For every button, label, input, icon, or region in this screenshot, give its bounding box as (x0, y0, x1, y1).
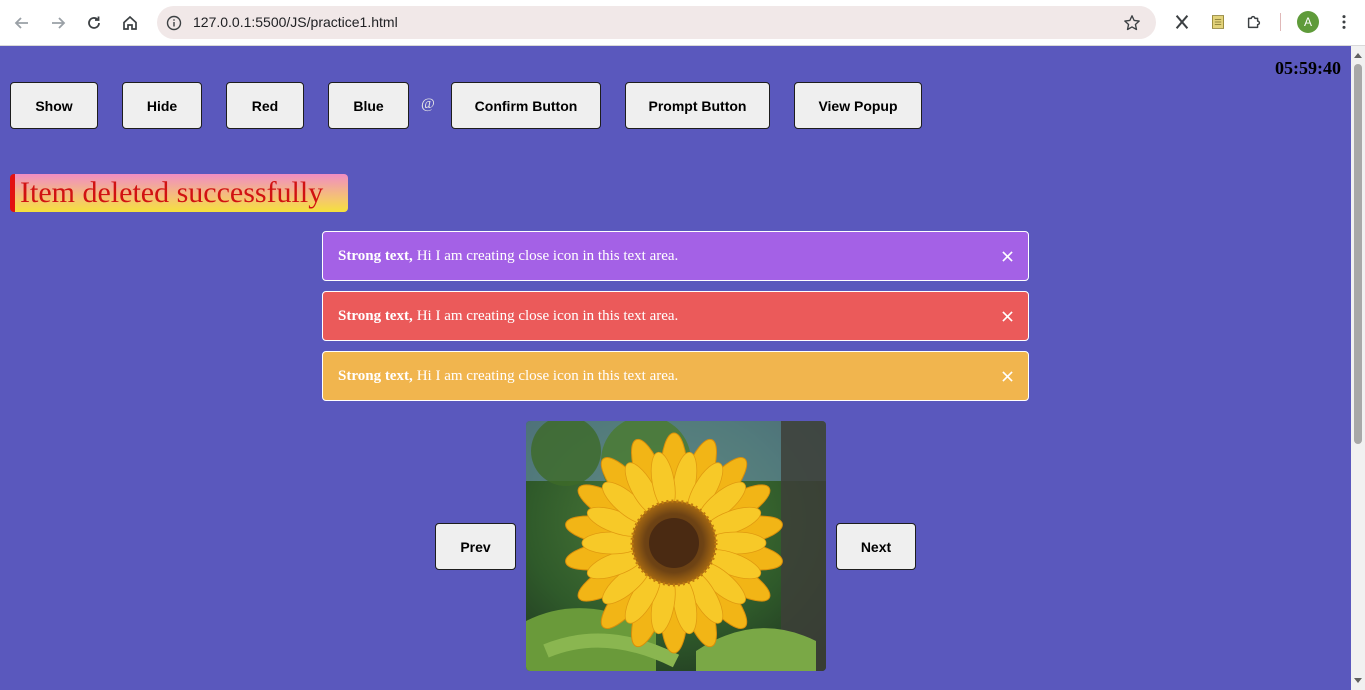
prev-button[interactable]: Prev (435, 523, 516, 570)
puzzle-extensions-icon[interactable] (1243, 11, 1265, 33)
prompt-button[interactable]: Prompt Button (625, 82, 770, 129)
close-icon[interactable] (1000, 309, 1014, 323)
page-content: 05:59:40 Show Hide Red Blue @ Confirm Bu… (0, 46, 1351, 690)
blue-button[interactable]: Blue (328, 82, 409, 129)
back-icon[interactable] (8, 9, 36, 37)
toolbar-divider (1280, 13, 1281, 31)
scroll-down-arrow-icon[interactable] (1354, 678, 1362, 683)
alert-strong-text: Strong text, (338, 367, 413, 384)
reload-icon[interactable] (80, 9, 108, 37)
browser-toolbar: 127.0.0.1:5500/JS/practice1.html A (0, 0, 1365, 46)
alert-message: Hi I am creating close icon in this text… (416, 247, 679, 264)
menu-kebab-icon[interactable] (1333, 11, 1355, 33)
bookmark-star-icon[interactable] (1122, 13, 1142, 33)
alert-message: Hi I am creating close icon in this text… (416, 307, 679, 324)
close-icon[interactable] (1000, 249, 1014, 263)
scroll-up-arrow-icon[interactable] (1354, 53, 1362, 58)
view-popup-button[interactable]: View Popup (794, 82, 922, 129)
page-scrollbar[interactable] (1351, 46, 1365, 690)
alert-message: Hi I am creating close icon in this text… (416, 367, 679, 384)
sunflower-image (526, 421, 826, 671)
notes-extension-icon[interactable] (1207, 11, 1229, 33)
delete-toast: Item deleted successfully (10, 174, 348, 212)
at-sign-text: @ (421, 96, 435, 112)
confirm-button[interactable]: Confirm Button (451, 82, 601, 129)
site-info-icon[interactable] (165, 14, 183, 32)
alert-strong-text: Strong text, (338, 307, 413, 324)
clock-display: 05:59:40 (1275, 58, 1341, 78)
url-text[interactable]: 127.0.0.1:5500/JS/practice1.html (193, 14, 398, 30)
alert-strong-text: Strong text, (338, 247, 413, 264)
alert-box-purple: Strong text, Hi I am creating close icon… (322, 231, 1029, 281)
home-icon[interactable] (116, 9, 144, 37)
address-bar[interactable]: 127.0.0.1:5500/JS/practice1.html (157, 6, 1156, 39)
red-button[interactable]: Red (226, 82, 304, 129)
profile-avatar[interactable]: A (1297, 11, 1319, 33)
alert-box-red: Strong text, Hi I am creating close icon… (322, 291, 1029, 341)
show-button[interactable]: Show (10, 82, 98, 129)
hide-button[interactable]: Hide (122, 82, 202, 129)
close-icon[interactable] (1000, 369, 1014, 383)
forward-icon[interactable] (44, 9, 72, 37)
x-extension-icon[interactable] (1171, 11, 1193, 33)
next-button[interactable]: Next (836, 523, 916, 570)
alert-box-orange: Strong text, Hi I am creating close icon… (322, 351, 1029, 401)
scroll-thumb[interactable] (1354, 64, 1362, 444)
